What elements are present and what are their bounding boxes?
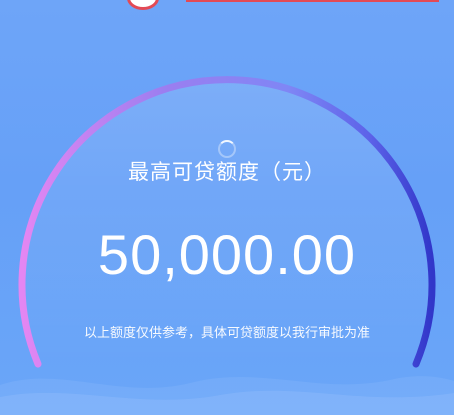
credit-limit-label: 最高可贷额度（元） [128, 160, 326, 184]
credit-gauge [18, 76, 436, 368]
credit-limit-amount: 50,000.00 [97, 223, 357, 286]
credit-limit-note: 以上额度仅供参考，具体可贷额度以我行审批为准 [83, 326, 370, 341]
bottom-wave-decoration [0, 376, 454, 415]
